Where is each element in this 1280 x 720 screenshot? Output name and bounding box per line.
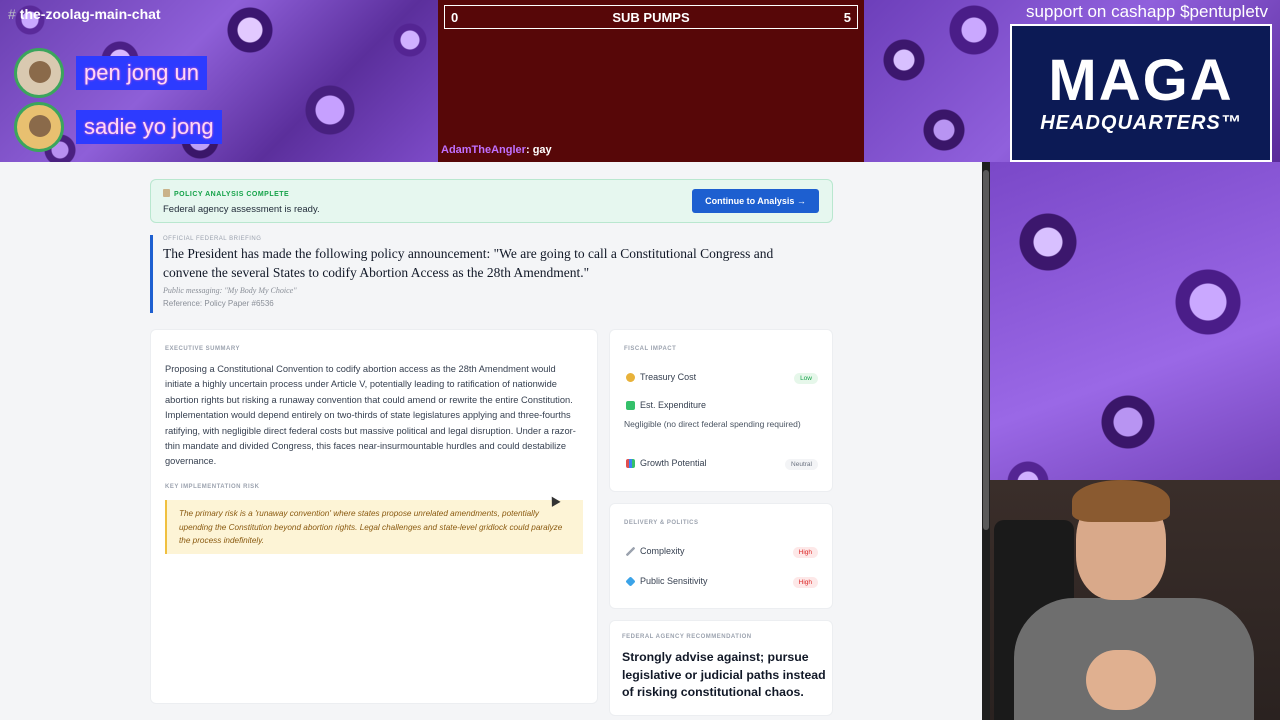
policy-analysis-page: POLICY ANALYSIS COMPLETE Federal agency … bbox=[0, 162, 984, 720]
page-scrollbar[interactable] bbox=[982, 162, 990, 720]
public-messaging: Public messaging: "My Body My Choice" bbox=[163, 286, 297, 295]
banner-message: Federal agency assessment is ready. bbox=[163, 204, 320, 215]
implementation-risk-callout: The primary risk is a 'runaway conventio… bbox=[165, 500, 583, 554]
expenditure-chart-icon bbox=[626, 400, 635, 410]
chat-text: gay bbox=[532, 144, 552, 156]
expenditure-value: Negligible (no direct federal spending r… bbox=[624, 419, 801, 429]
policy-reference: Reference: Policy Paper #6536 bbox=[163, 299, 274, 308]
briefing-kicker: OFFICIAL FEDERAL BRIEFING bbox=[163, 236, 262, 242]
voice-member: sadie yo jong bbox=[14, 102, 222, 152]
chat-channel-header: # the-zoolag-main-chat bbox=[8, 6, 161, 22]
treasury-cost-row: Treasury Cost bbox=[626, 372, 696, 382]
complexity-badge: High bbox=[792, 547, 818, 558]
growth-chart-icon bbox=[626, 458, 635, 468]
implementation-risk-kicker: KEY IMPLEMENTATION RISK bbox=[165, 484, 260, 490]
growth-potential-badge: Neutral bbox=[785, 459, 818, 470]
delivery-politics-card: DELIVERY & POLITICS Complexity High Publ… bbox=[609, 503, 833, 609]
voice-member: pen jong un bbox=[14, 48, 207, 98]
expenditure-row: Est. Expenditure bbox=[626, 400, 706, 410]
treasury-coin-icon bbox=[626, 372, 635, 382]
logo-small-text: HEADQUARTERS™ bbox=[1040, 111, 1242, 134]
scrollbar-thumb[interactable] bbox=[983, 170, 989, 530]
treasury-cost-badge: Low bbox=[794, 373, 818, 384]
recommendation-kicker: FEDERAL AGENCY RECOMMENDATION bbox=[622, 634, 752, 640]
briefing-title: The President has made the following pol… bbox=[163, 246, 774, 280]
sub-pumps-bar: 0 SUB PUMPS 5 bbox=[444, 5, 858, 29]
support-text: support on cashapp $pentupletv bbox=[1026, 2, 1268, 21]
fiscal-impact-card: FISCAL IMPACT Treasury Cost Low Est. Exp… bbox=[609, 329, 833, 492]
chat-separator: : bbox=[525, 144, 533, 156]
chat-username: AdamTheAngler bbox=[441, 144, 526, 156]
channel-hash-icon: # bbox=[8, 6, 16, 22]
delivery-politics-kicker: DELIVERY & POLITICS bbox=[624, 520, 699, 526]
public-sensitivity-label: Public Sensitivity bbox=[640, 576, 708, 586]
treasury-cost-label: Treasury Cost bbox=[640, 372, 697, 382]
member-name: sadie yo jong bbox=[76, 110, 222, 144]
complexity-label: Complexity bbox=[640, 546, 685, 556]
pumps-right-count: 5 bbox=[843, 9, 851, 25]
channel-name: the-zoolag-main-chat bbox=[19, 6, 161, 22]
member-name: pen jong un bbox=[76, 56, 207, 90]
complexity-row: Complexity bbox=[626, 546, 685, 556]
chat-message: AdamTheAngler: gay bbox=[441, 144, 552, 156]
continue-to-analysis-button[interactable]: Continue to Analysis → bbox=[692, 189, 819, 213]
analysis-complete-banner: POLICY ANALYSIS COMPLETE Federal agency … bbox=[150, 179, 833, 223]
expenditure-label: Est. Expenditure bbox=[640, 400, 707, 410]
clipboard-icon bbox=[163, 189, 170, 197]
recommendation-text: Strongly advise against; pursue legislat… bbox=[622, 650, 826, 699]
executive-summary-kicker: EXECUTIVE SUMMARY bbox=[165, 346, 240, 352]
sub-pumps-panel: 0 SUB PUMPS 5 AdamTheAngler: gay bbox=[438, 0, 864, 162]
executive-summary-card: EXECUTIVE SUMMARY Proposing a Constituti… bbox=[150, 329, 598, 704]
hair bbox=[1072, 480, 1170, 522]
banner-kicker: POLICY ANALYSIS COMPLETE bbox=[163, 189, 289, 198]
growth-potential-row: Growth Potential bbox=[626, 458, 707, 468]
sensitivity-gem-icon bbox=[625, 575, 636, 587]
pumps-left-count: 0 bbox=[451, 9, 459, 25]
fiscal-impact-kicker: FISCAL IMPACT bbox=[624, 346, 677, 352]
agency-recommendation-card: FEDERAL AGENCY RECOMMENDATION Strongly a… bbox=[609, 620, 833, 716]
public-sensitivity-badge: High bbox=[792, 577, 818, 588]
avatar bbox=[14, 48, 64, 98]
avatar bbox=[14, 102, 64, 152]
growth-potential-label: Growth Potential bbox=[640, 458, 707, 468]
official-briefing: OFFICIAL FEDERAL BRIEFING The President … bbox=[150, 235, 833, 313]
logo-big-text: MAGA bbox=[1048, 47, 1234, 113]
hands bbox=[1086, 650, 1156, 710]
pumps-title: SUB PUMPS bbox=[612, 9, 690, 25]
complexity-icon bbox=[626, 546, 635, 556]
webcam-feed bbox=[984, 480, 1280, 720]
banner-kicker-text: POLICY ANALYSIS COMPLETE bbox=[174, 191, 290, 198]
executive-summary-text: Proposing a Constitutional Convention to… bbox=[165, 364, 576, 467]
maga-logo: MAGA HEADQUARTERS™ bbox=[1010, 24, 1272, 162]
public-sensitivity-row: Public Sensitivity bbox=[625, 575, 708, 587]
